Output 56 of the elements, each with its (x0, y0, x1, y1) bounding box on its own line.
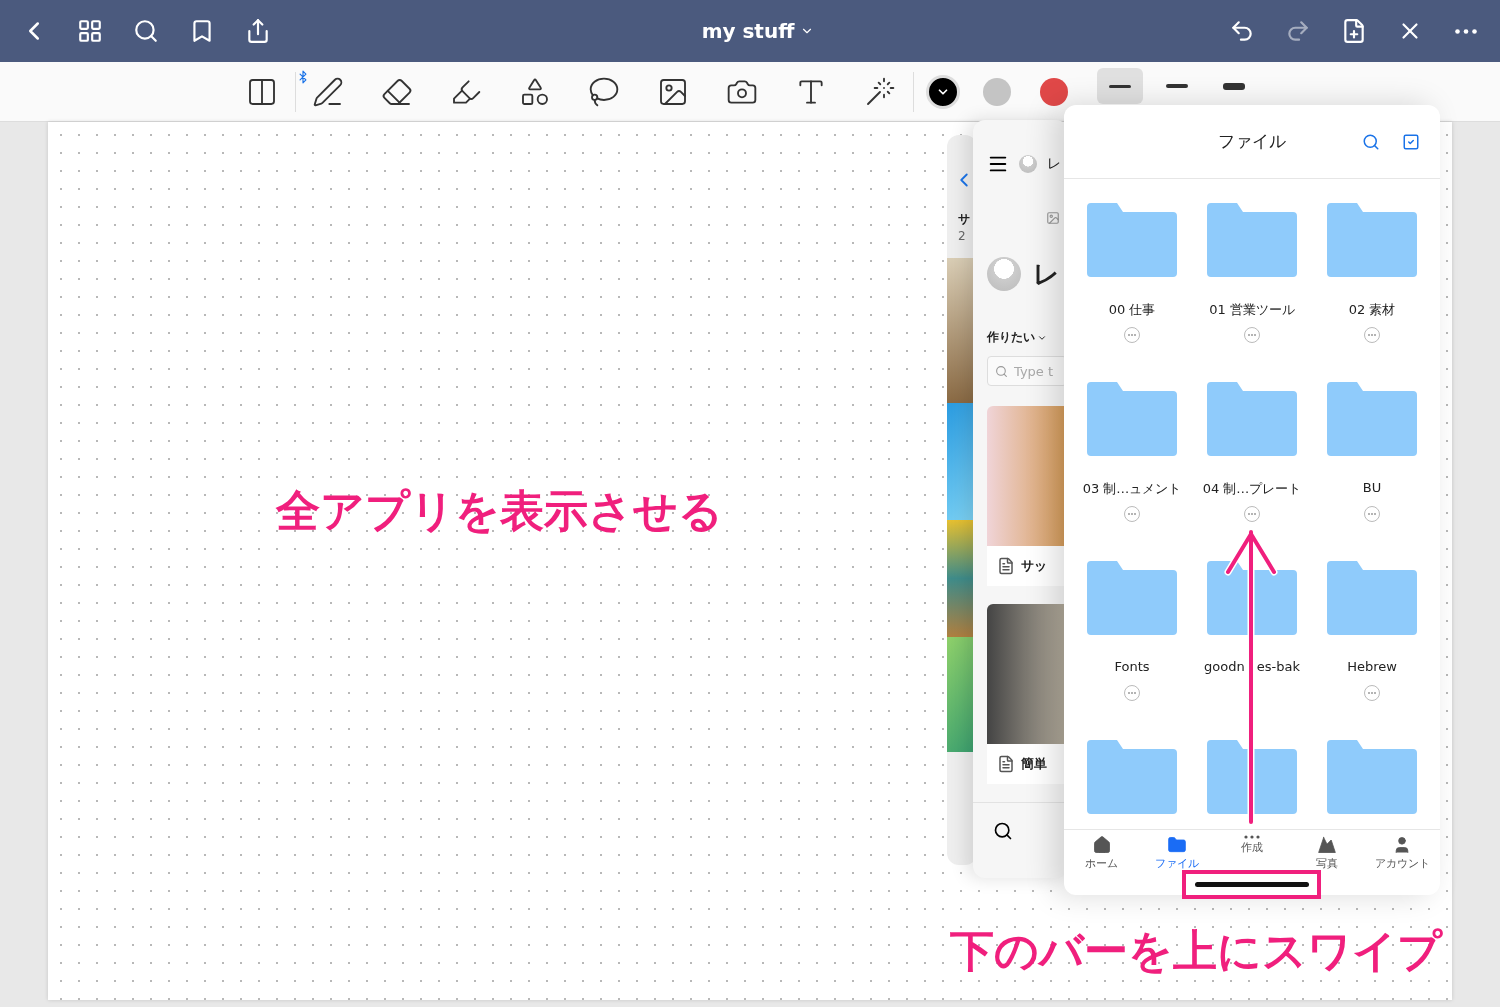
folder-name: 03 制…ュメント (1082, 480, 1182, 496)
folder-name: 00 仕事 (1108, 301, 1156, 317)
recipe-title: 簡単 (1021, 756, 1047, 772)
document-icon (997, 755, 1015, 773)
bowl-icon (987, 257, 1021, 291)
pen-icon (312, 75, 344, 108)
lasso-icon (588, 75, 620, 108)
document-icon (997, 557, 1015, 575)
tab[interactable]: ファイル (1139, 835, 1215, 870)
folder-name: goodn es-bak (1204, 659, 1300, 675)
chevron-down-icon (1037, 333, 1047, 343)
mountain-icon (1317, 835, 1338, 855)
recipe-title: サッ (1021, 558, 1047, 574)
bowl-icon (1019, 155, 1037, 173)
redo-icon (1285, 18, 1311, 44)
tab[interactable]: アカウント (1364, 835, 1440, 870)
grid-icon (77, 18, 103, 44)
home-icon (1091, 835, 1112, 855)
image-icon (1046, 211, 1060, 225)
document-title[interactable]: my stuff (701, 19, 815, 43)
dots-icon (1244, 835, 1260, 839)
search-icon (133, 18, 159, 44)
search-icon[interactable] (1362, 132, 1380, 151)
filter-label: 作りたい (987, 331, 1035, 345)
folder-icon (1166, 835, 1187, 855)
folder-name: Fonts (1114, 659, 1150, 675)
folder-name: BU (1362, 480, 1382, 496)
tab[interactable]: 作成 (1214, 835, 1290, 854)
page-heading: レ (1033, 259, 1060, 289)
stroke-width-button[interactable] (1097, 68, 1143, 104)
share-icon (245, 18, 271, 44)
stroke-line-icon (1166, 84, 1188, 88)
more-icon (1455, 28, 1477, 34)
app-title: レ (1047, 156, 1061, 172)
folder-icon[interactable] (1207, 740, 1297, 814)
card-heading: サ (958, 213, 971, 227)
instruction-text: 下のバーを上にスワイプ (950, 924, 1442, 978)
screen-title: ファイル (1218, 130, 1286, 153)
folder-name: 04 制…プレート (1202, 480, 1302, 496)
folder-name: Hebrew (1347, 659, 1397, 675)
color-swatch[interactable] (1040, 77, 1068, 106)
stroke-line-icon (1223, 82, 1245, 90)
search-icon (993, 820, 1013, 841)
color-swatch[interactable] (926, 74, 960, 109)
checkbox-icon[interactable] (1402, 132, 1420, 151)
annotation-text: 全アプリを表示させる (276, 484, 723, 538)
app-card[interactable]: ファイル 00 仕事 01 営業ツール 02 素材 03 制…ュメント 04 制…プレート BU Fonts goodn es-bak Hebrew ホーム ファイル 作成 写真 アカウント (1064, 105, 1440, 895)
folder-name: 02 素材 (1348, 301, 1396, 317)
folder-name: 01 営業ツール (1209, 301, 1295, 317)
add-page-icon (1341, 18, 1367, 44)
search-field[interactable]: Type t (987, 356, 1067, 386)
color-swatch[interactable] (983, 77, 1011, 106)
undo-icon (1229, 18, 1255, 44)
tab[interactable]: 写真 (1289, 835, 1365, 870)
stroke-line-icon (1109, 84, 1131, 88)
card-subheading: 2 (958, 230, 967, 244)
